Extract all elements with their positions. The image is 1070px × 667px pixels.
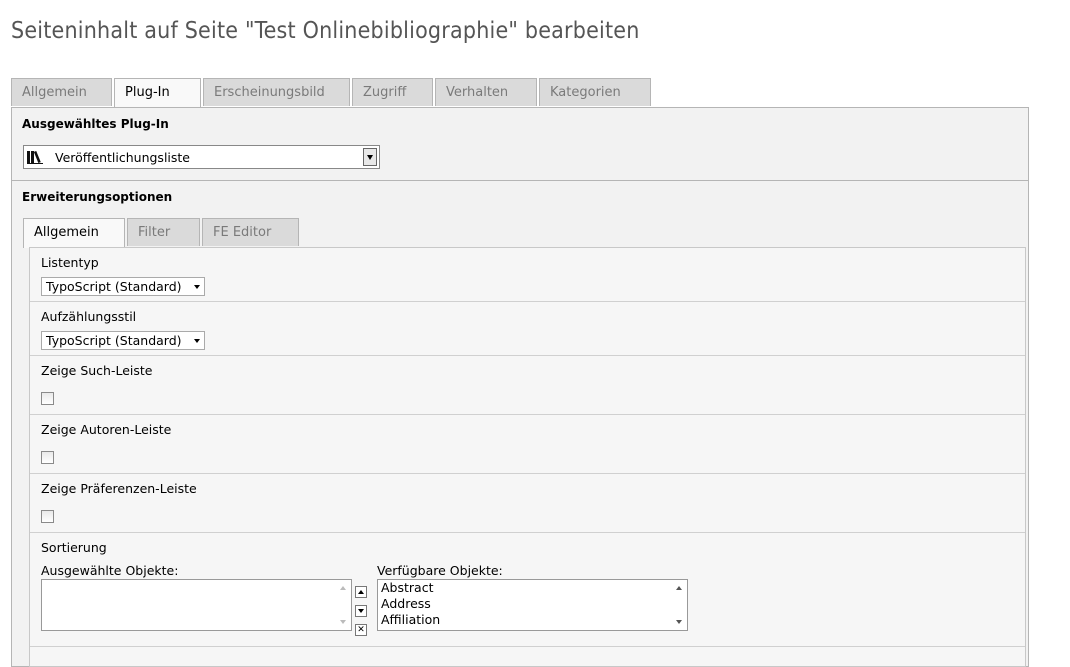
field-row-autoren-leiste: Zeige Autoren-Leiste: [30, 415, 1025, 474]
scroll-up-icon[interactable]: [676, 586, 682, 590]
selected-objects-label: Ausgewählte Objekte:: [41, 563, 179, 578]
inner-tab-filter[interactable]: Filter: [127, 218, 200, 246]
scroll-down-icon[interactable]: [340, 620, 346, 624]
available-object-item[interactable]: Address: [378, 596, 687, 612]
available-objects-label: Verfügbare Objekte:: [377, 563, 503, 578]
praeferenzen-leiste-checkbox[interactable]: [41, 510, 54, 523]
listentyp-select-value: TypoScript (Standard): [46, 279, 182, 294]
aufzaehlungsstil-label: Aufzählungsstil: [41, 309, 137, 324]
plugin-tab-panel: Ausgewähltes Plug-In Veröffentlichungsli…: [11, 107, 1029, 667]
inner-tab-fe-editor[interactable]: FE Editor: [202, 218, 299, 246]
move-down-button[interactable]: [355, 605, 367, 617]
field-row-sortierung: Sortierung Ausgewählte Objekte: Verfügba…: [30, 533, 1025, 647]
field-row-praeferenzen-leiste: Zeige Präferenzen-Leiste: [30, 474, 1025, 533]
extension-section-label: Erweiterungsoptionen: [22, 190, 173, 204]
close-icon: ✕: [357, 624, 365, 635]
available-object-item[interactable]: Affiliation: [378, 612, 687, 628]
available-objects-listbox[interactable]: Abstract Address Affiliation: [377, 579, 688, 631]
books-icon: [27, 150, 43, 164]
page-title: Seiteninhalt auf Seite "Test Onlinebibli…: [11, 18, 640, 44]
aufzaehlungsstil-select[interactable]: TypoScript (Standard): [41, 331, 205, 350]
chevron-down-icon: [194, 284, 200, 289]
plugin-select-button[interactable]: [363, 148, 377, 166]
plugin-select[interactable]: Veröffentlichungsliste: [23, 145, 380, 169]
aufzaehlungsstil-select-value: TypoScript (Standard): [46, 333, 182, 348]
selected-objects-listbox[interactable]: [41, 579, 352, 631]
tab-verhalten[interactable]: Verhalten: [435, 78, 537, 106]
scroll-down-icon[interactable]: [676, 620, 682, 624]
tab-zugriff[interactable]: Zugriff: [352, 78, 433, 106]
plugin-select-value: Veröffentlichungsliste: [55, 149, 190, 165]
field-row-such-leiste: Zeige Such-Leiste: [30, 356, 1025, 415]
chevron-down-icon: [367, 154, 373, 160]
inner-tab-allgemein[interactable]: Allgemein: [23, 218, 125, 248]
praeferenzen-leiste-label: Zeige Präferenzen-Leiste: [41, 481, 197, 496]
such-leiste-label: Zeige Such-Leiste: [41, 363, 153, 378]
such-leiste-checkbox[interactable]: [41, 392, 54, 405]
scroll-up-icon[interactable]: [340, 586, 346, 590]
available-objects-scrollbar[interactable]: [671, 580, 687, 630]
outer-tab-bar: Allgemein Plug-In Erscheinungsbild Zugri…: [11, 78, 653, 108]
move-up-button[interactable]: [355, 586, 367, 598]
section-divider: [12, 180, 1028, 181]
selected-objects-scrollbar[interactable]: [335, 580, 351, 630]
listentyp-label: Listentyp: [41, 255, 99, 270]
listentyp-select[interactable]: TypoScript (Standard): [41, 277, 205, 296]
inner-tab-bar: Allgemein Filter FE Editor: [23, 218, 301, 248]
inner-allgemein-panel: Listentyp TypoScript (Standard) Aufzählu…: [29, 247, 1026, 667]
tab-plug-in[interactable]: Plug-In: [114, 78, 201, 108]
plugin-section-label: Ausgewähltes Plug-In: [22, 117, 169, 131]
sortierung-label: Sortierung: [41, 540, 107, 555]
tab-kategorien[interactable]: Kategorien: [539, 78, 651, 106]
tab-allgemein[interactable]: Allgemein: [11, 78, 112, 106]
arrow-up-icon: [358, 590, 364, 594]
tab-erscheinungsbild[interactable]: Erscheinungsbild: [203, 78, 350, 106]
autoren-leiste-checkbox[interactable]: [41, 451, 54, 464]
field-row-listentyp: Listentyp TypoScript (Standard): [30, 248, 1025, 302]
available-object-item[interactable]: Abstract: [378, 580, 687, 596]
remove-button[interactable]: ✕: [355, 624, 367, 636]
chevron-down-icon: [194, 338, 200, 343]
autoren-leiste-label: Zeige Autoren-Leiste: [41, 422, 172, 437]
field-row-aufzaehlungsstil: Aufzählungsstil TypoScript (Standard): [30, 302, 1025, 356]
arrow-down-icon: [358, 609, 364, 613]
